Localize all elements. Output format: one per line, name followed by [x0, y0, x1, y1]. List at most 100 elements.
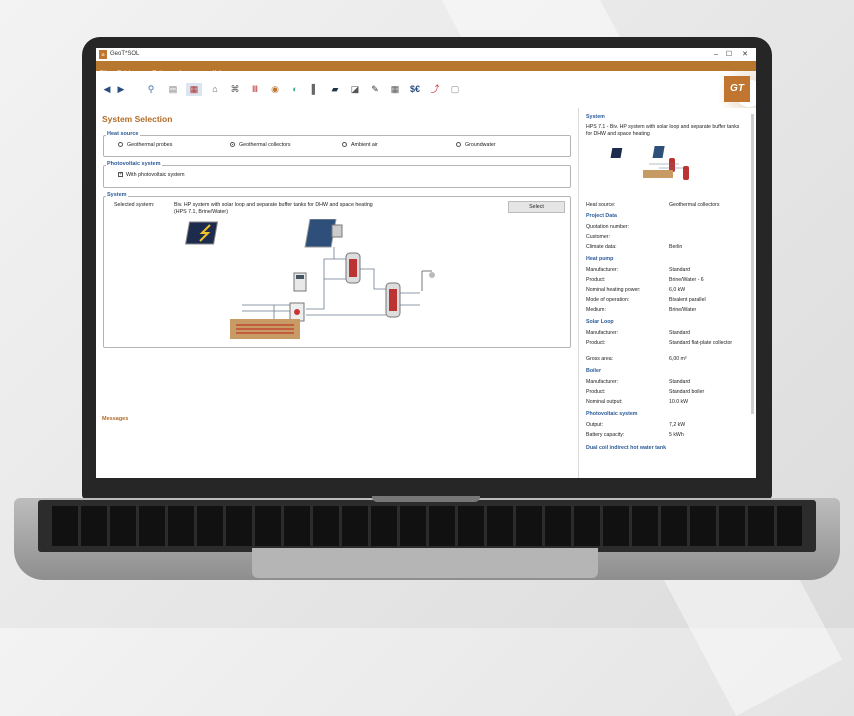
checkmark-icon: ✓ [118, 171, 124, 178]
collector-icon[interactable]: ◐ [288, 83, 302, 96]
info-value: Standard flat-plate collector [669, 340, 733, 346]
info-label: Mode of operation: [586, 297, 630, 303]
info-label: Product: [586, 340, 606, 346]
forward-arrow-icon[interactable]: ▶ [116, 83, 126, 96]
info-value: Standard [669, 267, 691, 273]
radiator-icon[interactable]: Ⅲ [248, 83, 262, 96]
radio-geothermal-probes[interactable]: Geothermal probes [118, 142, 172, 149]
info-label: Nominal output: [586, 399, 623, 405]
system-group: System Selected system: Biv. HP system w… [103, 192, 571, 348]
info-label: Product: [586, 389, 606, 395]
app-logo: G [99, 50, 107, 59]
trackpad [252, 548, 598, 578]
pen-icon[interactable]: ✎ [368, 83, 382, 96]
radio-groundwater[interactable]: Groundwater [456, 142, 496, 149]
info-value: Brine/Water [669, 307, 697, 313]
pv-module-icon[interactable]: ▰ [328, 83, 342, 96]
main-panel: System Selection Heat source Geothermal … [96, 108, 578, 478]
report-icon[interactable]: ▢ [448, 83, 462, 96]
radiator-image [331, 224, 343, 238]
heat-pump-image [293, 272, 307, 292]
heat-source-group: Heat source Geothermal probes Geothermal… [103, 131, 571, 157]
info-label: Customer: [586, 234, 610, 240]
window-title: GeoT*SOL [110, 51, 140, 57]
radio-label: Ambient air [351, 142, 378, 148]
pv-group: Photovoltaic system ✓ With photovoltaic s… [103, 161, 571, 188]
radio-ambient-air[interactable]: Ambient air [342, 142, 378, 149]
dhw-tank-image [385, 282, 401, 318]
info-label: Medium: [586, 307, 606, 313]
messages-label: Messages [102, 416, 129, 422]
solar-collector-icon[interactable]: ◪ [348, 83, 362, 96]
boiler-icon[interactable]: ▌ [308, 83, 322, 96]
calculator-icon[interactable]: ▦ [388, 83, 402, 96]
info-label: Manufacturer: [586, 330, 619, 336]
lid-notch [372, 496, 480, 502]
selected-system-value: Biv. HP system with solar loop and separ… [174, 202, 373, 215]
info-label: Climate data: [586, 244, 617, 250]
system-group-label: System [106, 192, 128, 198]
heat-pump-icon[interactable]: ⌘ [228, 83, 242, 96]
info-value: Brine/Water - 6 [669, 277, 704, 283]
info-value: Standard boiler [669, 389, 705, 395]
minimize-button[interactable]: – [714, 48, 718, 61]
close-button[interactable]: ✕ [742, 48, 748, 61]
house-icon[interactable]: ⌂ [208, 83, 222, 96]
tank-heading: Dual coil indirect hot water tank [586, 445, 667, 451]
well-probe-icon[interactable]: ⚲ [144, 83, 158, 96]
radio-icon [118, 142, 123, 148]
info-value: 6,0 kW [669, 287, 686, 293]
tank-icon[interactable]: ◉ [268, 83, 282, 96]
radio-label: Geothermal collectors [239, 142, 291, 148]
select-button[interactable]: Select [508, 201, 565, 213]
heat-pump-heading: Heat pump [586, 256, 614, 262]
solar-loop-heading: Solar Loop [586, 319, 614, 325]
back-arrow-icon[interactable]: ◀ [102, 83, 112, 96]
system-diagram-icon[interactable]: ▦ [186, 83, 202, 96]
project-heading: Project Data [586, 213, 617, 219]
money-icon[interactable]: $€ [406, 83, 424, 96]
info-label: Quotation number: [586, 224, 629, 230]
keyboard [52, 506, 802, 546]
buffer-tank-image [345, 252, 361, 284]
info-value: 7,2 kW [669, 422, 686, 428]
info-value: Standard [669, 379, 691, 385]
brand-logo: GT [724, 76, 750, 102]
radio-label: Groundwater [465, 142, 496, 148]
info-value: 10.0 kW [669, 399, 689, 405]
document-icon[interactable]: ▤ [166, 83, 180, 96]
radio-label: Geothermal probes [127, 142, 173, 148]
side-system-thumbnail [610, 146, 689, 180]
info-panel: System HPS 7.1 - Biv. HP system with sol… [578, 108, 756, 478]
ground-collector-image [230, 319, 300, 339]
title-bar: G GeoT*SOL – ☐ ✕ [96, 48, 756, 61]
radio-icon [456, 142, 461, 148]
solar-collector-image [304, 219, 337, 248]
selected-system-label: Selected system: [114, 202, 155, 208]
info-value: 5 kWh [669, 432, 684, 438]
side-system-heading: System [586, 114, 605, 120]
info-value: Standard [669, 330, 691, 336]
info-value: Berlin [669, 244, 683, 250]
info-label: Gross area: [586, 356, 614, 362]
shower-image [421, 270, 435, 291]
chart-icon[interactable]: ⤴ [428, 83, 442, 96]
scrollbar[interactable] [751, 114, 754, 414]
radio-geothermal-collectors[interactable]: Geothermal collectors [230, 142, 291, 149]
heat-source-info-value: Geothermal collectors [669, 202, 720, 208]
page-title: System Selection [102, 114, 173, 124]
radio-icon [342, 142, 347, 148]
info-label: Battery capacity: [586, 432, 625, 438]
heat-source-info-label: Heat source: [586, 202, 616, 208]
info-value: Bivalent parallel [669, 297, 706, 303]
info-label: Output: [586, 422, 604, 428]
menu-bar: File Databases Options Language Help [96, 61, 756, 76]
maximize-button[interactable]: ☐ [726, 48, 732, 61]
app-window: G GeoT*SOL – ☐ ✕ File Databases Options … [96, 48, 756, 478]
toolbar: ◀ ▶ ⚲ ▤ ▦ ⌂ ⌘ Ⅲ ◉ ◐ ▌ ▰ ◪ ✎ ▦ $€ ⤴ ▢ GT [96, 71, 756, 108]
info-label: Product: [586, 277, 606, 283]
pv-checkbox[interactable]: ✓ With photovoltaic system [118, 172, 185, 179]
pv-heading: Photovoltaic system [586, 411, 638, 417]
boiler-heading: Boiler [586, 368, 602, 374]
info-value: 6,00 m² [669, 356, 687, 362]
